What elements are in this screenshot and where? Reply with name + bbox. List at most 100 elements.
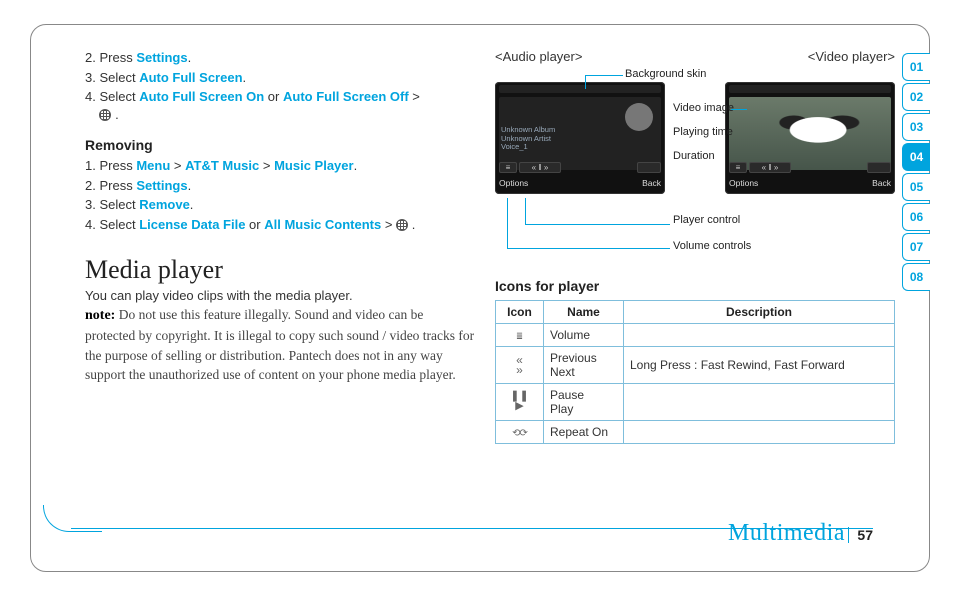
softkey-right: Back	[642, 178, 661, 188]
chapter-tab-03[interactable]: 03	[902, 113, 930, 141]
right-column: <Audio player> <Video player> Unknown Al…	[495, 49, 895, 444]
ui-term: Auto Full Screen On	[139, 89, 264, 104]
softkey-right: Back	[872, 178, 891, 188]
ui-term: Settings	[136, 50, 187, 65]
ui-term: Remove	[139, 197, 190, 212]
step-number: 4.	[85, 89, 96, 104]
step-text: or	[245, 217, 264, 232]
video-frame-image	[729, 97, 891, 170]
heading-media-player: Media player	[85, 255, 475, 285]
pause-play-icon: ❚❚▶	[502, 392, 537, 412]
desc-cell	[624, 324, 895, 347]
callout-video-image: Video image	[673, 102, 734, 114]
callout-line	[525, 198, 526, 224]
chapter-tab-04[interactable]: 04	[902, 143, 930, 171]
ui-term: Settings	[136, 178, 187, 193]
desc-cell: Long Press : Fast Rewind, Fast Forward	[624, 347, 895, 384]
note-paragraph: note: Do not use this feature illegally.…	[85, 305, 475, 385]
note-body: Do not use this feature illegally. Sound…	[85, 307, 474, 382]
table-row: ≣ Volume	[496, 324, 895, 347]
step-text: .	[243, 70, 247, 85]
step-number: 2.	[85, 50, 96, 65]
step-number: 3.	[85, 70, 96, 85]
step-text: >	[409, 89, 420, 104]
table-header-row: Icon Name Description	[496, 301, 895, 324]
callout-playing-time: Playing time	[673, 126, 733, 138]
steps-top: 2. Press Settings. 3. Select Auto Full S…	[85, 49, 475, 123]
audio-track-info: Unknown Album Unknown Artist Voice_1	[501, 126, 555, 152]
callout-background-skin: Background skin	[625, 68, 706, 80]
volume-bars-icon: ≣	[516, 331, 522, 342]
callout-duration: Duration	[673, 150, 715, 162]
icon-cell: «»	[496, 347, 544, 384]
icon-cell: ⟲⟳	[496, 421, 544, 444]
desc-cell	[624, 421, 895, 444]
callout-line	[731, 109, 747, 110]
step-item: 4. Select License Data File or All Music…	[85, 216, 475, 234]
note-lead: note:	[85, 308, 115, 323]
step-item: 4. Select Auto Full Screen On or Auto Fu…	[85, 88, 475, 123]
step-text: or	[264, 89, 283, 104]
callout-volume-controls: Volume controls	[673, 240, 751, 252]
softkey-bar: Options Back	[499, 175, 661, 191]
chapter-tab-06[interactable]: 06	[902, 203, 930, 231]
softkey-bar: Options Back	[729, 175, 891, 191]
spacer	[793, 162, 865, 173]
globe-icon	[396, 219, 408, 231]
transport-controls-icon: « ‖ »	[749, 162, 791, 173]
ui-term: License Data File	[139, 217, 245, 232]
subheading-removing: Removing	[85, 137, 475, 153]
audio-player-screenshot: Unknown Album Unknown Artist Voice_1 ≡ «…	[495, 82, 665, 194]
step-number: 1.	[85, 158, 96, 173]
prev-next-icon: «»	[502, 355, 537, 375]
chapter-tab-02[interactable]: 02	[902, 83, 930, 111]
th-description: Description	[624, 301, 895, 324]
footer-section-label: Multimedia	[728, 520, 845, 547]
step-text: Press	[99, 50, 136, 65]
spacer	[563, 162, 635, 173]
player-control-row: ≡ « ‖ »	[729, 162, 891, 173]
icons-table: Icon Name Description ≣ Volume «» Previo…	[495, 300, 895, 444]
transport-controls-icon: « ‖ »	[519, 162, 561, 173]
step-text: .	[354, 158, 358, 173]
softkey-left: Options	[499, 178, 528, 188]
table-row: ❚❚▶ Pause Play	[496, 384, 895, 421]
intro-text: You can play video clips with the media …	[85, 287, 475, 305]
phone-statusbar	[729, 85, 891, 93]
globe-icon	[99, 109, 111, 121]
player-labels-row: <Audio player> <Video player>	[495, 49, 895, 64]
chapter-tab-05[interactable]: 05	[902, 173, 930, 201]
step-text: .	[190, 197, 194, 212]
chapter-tab-07[interactable]: 07	[902, 233, 930, 261]
icon-cell: ≣	[496, 324, 544, 347]
step-text: .	[188, 50, 192, 65]
step-item: 3. Select Remove.	[85, 196, 475, 214]
chapter-tabs: 01 02 03 04 05 06 07 08	[902, 53, 930, 291]
step-text: .	[188, 178, 192, 193]
step-text: >	[259, 158, 274, 173]
callout-line	[507, 248, 670, 249]
time-box	[637, 162, 661, 173]
video-player-screenshot: ≡ « ‖ » Options Back	[725, 82, 895, 194]
ui-term: Music Player	[274, 158, 354, 173]
th-name: Name	[544, 301, 624, 324]
chapter-tab-01[interactable]: 01	[902, 53, 930, 81]
th-icon: Icon	[496, 301, 544, 324]
ui-term: Menu	[136, 158, 170, 173]
name-cell: Previous Next	[544, 347, 624, 384]
step-text: >	[170, 158, 185, 173]
ui-term: AT&T Music	[185, 158, 259, 173]
audio-title: Voice_1	[501, 142, 528, 151]
label-video-player: <Video player>	[808, 49, 895, 64]
callout-line	[585, 75, 586, 89]
name-cell: Repeat On	[544, 421, 624, 444]
chapter-tab-08[interactable]: 08	[902, 263, 930, 291]
player-diagram: Unknown Album Unknown Artist Voice_1 ≡ «…	[495, 68, 895, 268]
volume-icon: ≡	[499, 162, 517, 173]
name-cell: Pause Play	[544, 384, 624, 421]
step-text: >	[381, 217, 396, 232]
step-text: Select	[99, 197, 139, 212]
table-row: «» Previous Next Long Press : Fast Rewin…	[496, 347, 895, 384]
ui-term: Auto Full Screen Off	[283, 89, 409, 104]
desc-cell	[624, 384, 895, 421]
